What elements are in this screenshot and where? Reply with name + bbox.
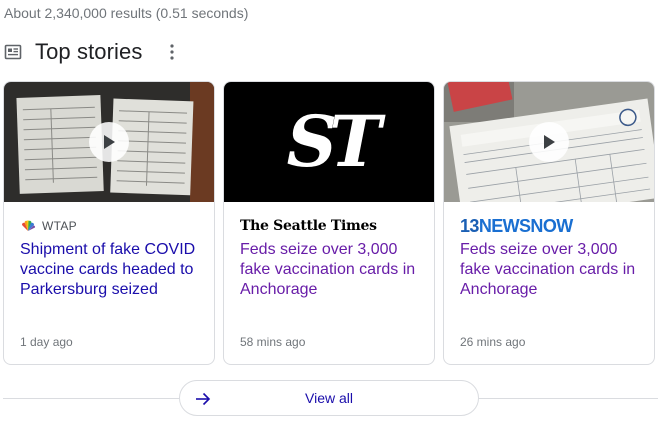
story-headline[interactable]: Shipment of fake COVID vaccine cards hea… xyxy=(20,240,204,300)
play-icon[interactable] xyxy=(529,122,569,162)
story-card-seattle-times[interactable]: ST The Seattle Times Feds seize over 3,0… xyxy=(223,81,435,365)
story-thumbnail[interactable] xyxy=(444,82,654,202)
seattle-times-logo: The Seattle Times xyxy=(240,218,377,234)
story-timestamp: 26 mins ago xyxy=(460,335,526,349)
story-source: The Seattle Times xyxy=(240,218,377,234)
more-vert-icon[interactable] xyxy=(162,40,182,64)
story-source: WTAP xyxy=(20,218,77,234)
view-all-label: View all xyxy=(305,390,353,406)
story-card-13newsnow[interactable]: 13NEWSNOW Feds seize over 3,000 fake vac… xyxy=(443,81,655,365)
results-count: About 2,340,000 results (0.51 seconds) xyxy=(4,5,249,21)
story-headline[interactable]: Feds seize over 3,000 fake vaccination c… xyxy=(240,240,424,300)
arrow-right-icon xyxy=(194,390,212,408)
source-name: WTAP xyxy=(42,219,77,233)
story-card-wtap[interactable]: WTAP Shipment of fake COVID vaccine card… xyxy=(3,81,215,365)
seattle-times-st-logo: ST xyxy=(286,100,382,183)
nbc-peacock-icon xyxy=(20,220,36,232)
news-icon xyxy=(4,43,22,61)
view-all-button[interactable]: View all xyxy=(179,380,479,416)
play-icon[interactable] xyxy=(89,122,129,162)
story-headline[interactable]: Feds seize over 3,000 fake vaccination c… xyxy=(460,240,644,300)
13newsnow-logo: 13NEWSNOW xyxy=(460,215,573,236)
section-title: Top stories xyxy=(35,39,143,64)
story-timestamp: 58 mins ago xyxy=(240,335,306,349)
story-thumbnail[interactable]: ST xyxy=(224,82,434,202)
top-stories-header: Top stories xyxy=(4,38,304,66)
story-source: 13NEWSNOW xyxy=(460,215,573,236)
story-thumbnail[interactable] xyxy=(4,82,214,202)
story-timestamp: 1 day ago xyxy=(20,335,73,349)
